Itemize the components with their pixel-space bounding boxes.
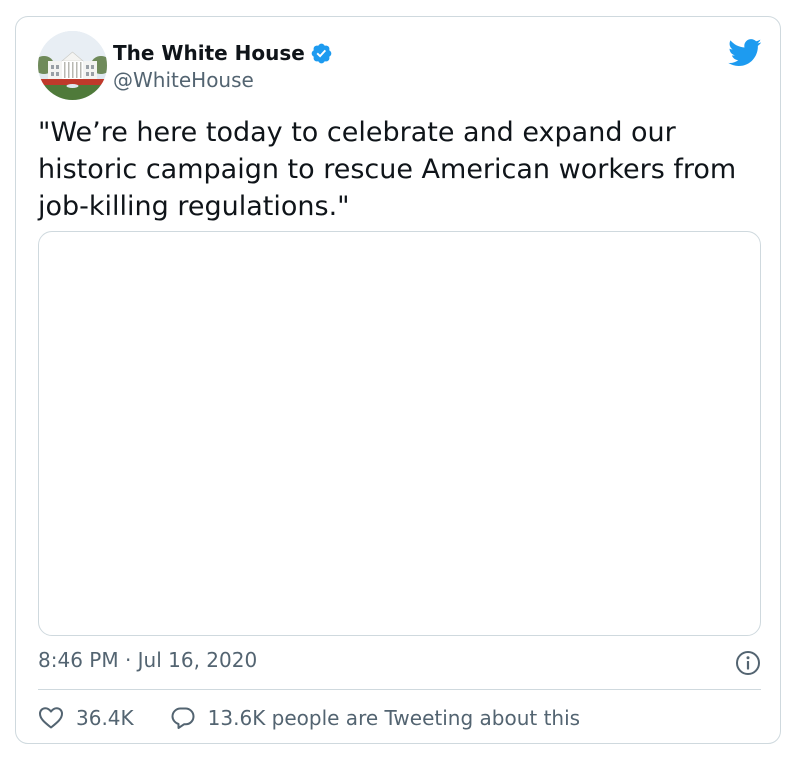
heart-icon (38, 706, 64, 730)
reply-button[interactable]: 13.6K people are Tweeting about this (170, 705, 580, 731)
like-button[interactable]: 36.4K (38, 706, 134, 730)
tweet-actions: 36.4K 13.6K people are Tweeting about th… (38, 703, 580, 733)
twitter-bird-icon[interactable] (728, 39, 762, 67)
tweet-timestamp[interactable]: 8:46 PM · Jul 16, 2020 (38, 648, 257, 672)
like-count: 36.4K (76, 706, 134, 730)
tweet-media[interactable] (38, 231, 761, 636)
white-house-avatar-icon (38, 31, 107, 100)
author-name-row: The White House (113, 38, 333, 68)
author-display-name[interactable]: The White House (113, 41, 305, 65)
tweeting-about-text: 13.6K people are Tweeting about this (207, 706, 581, 730)
avatar[interactable] (38, 31, 107, 100)
divider (38, 689, 761, 690)
info-icon[interactable] (735, 650, 761, 676)
tweet-text: "We’re here today to celebrate and expan… (38, 117, 737, 222)
author-handle[interactable]: @WhiteHouse (113, 68, 254, 92)
verified-badge-icon (310, 42, 333, 65)
speech-bubble-icon (170, 705, 196, 731)
tweet-card: The White House @WhiteHouse "We’re here … (15, 16, 781, 744)
